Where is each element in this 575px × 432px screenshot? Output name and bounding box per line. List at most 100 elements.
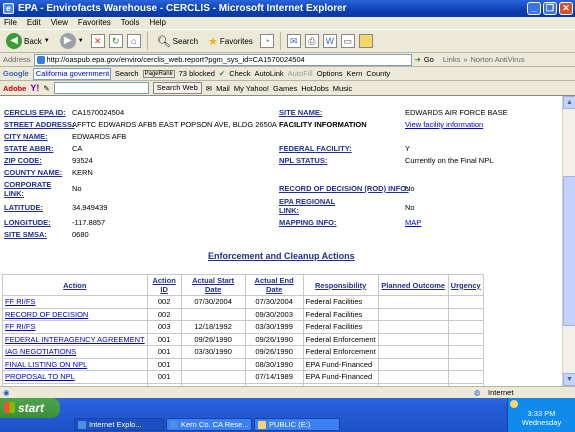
menu-tools[interactable]: Tools [121,17,140,29]
address-input[interactable]: http://oaspub.epa.gov/enviro/cerclis_web… [33,53,412,66]
col-start-date[interactable]: Actual Start Date [180,274,246,296]
menu-view[interactable]: View [51,17,68,29]
search-web-button[interactable]: Search Web [152,82,202,94]
scroll-thumb[interactable] [563,176,575,326]
menu-file[interactable]: File [4,17,17,29]
yahoo-search-input[interactable] [53,82,149,94]
hotjobs-button[interactable]: HotJobs [301,84,329,93]
menu-bar: File Edit View Favorites Tools Help [0,17,575,29]
popup-blocked-button[interactable]: 73 blocked [179,69,215,78]
longitude-value: -117.8857 [72,218,106,227]
start-button[interactable]: start [0,398,60,418]
print-icon[interactable]: ⎙ [304,34,319,48]
table-row: FEDERAL INTERAGENCY AGREEMENT 001 09/26/19… [2,332,484,346]
zip-label: ZIP CODE: [4,156,42,165]
epa-id-label: CERCLIS EPA ID: [4,108,66,117]
chevron-down-icon: ▼ [77,38,84,44]
cell-action[interactable]: IAG NEGOTIATIONS [2,345,148,359]
edit-icon[interactable]: W [322,34,337,48]
col-planned-outcome[interactable]: Planned Outcome [377,274,449,296]
adobe-logo[interactable]: Adobe [3,84,26,93]
view-facility-link[interactable]: View facility information [405,120,483,129]
col-action-id[interactable]: Action ID [146,274,182,296]
task-kern-co[interactable]: Kern Co. CA Rese... [166,418,252,431]
col-action[interactable]: Action [2,274,148,296]
vertical-scrollbar[interactable]: ▲ ▼ [562,96,575,386]
cell-action[interactable]: RECORD OF DECISION [2,307,148,321]
col-urgency[interactable]: Urgency [447,274,484,296]
history-icon[interactable]: ◔ [259,34,274,48]
check-button[interactable]: Check [229,69,250,78]
cell-action[interactable]: FEDERAL INTERAGENCY AGREEMENT [2,332,148,346]
cell-planned-outcome [377,307,449,321]
search-button[interactable]: 🔍︎ Search [154,31,201,51]
task-internet-explorer[interactable]: Internet Explo... [74,418,164,431]
discuss-icon[interactable]: ▭ [340,34,355,48]
tray-icon[interactable] [510,400,518,408]
col-responsibility[interactable]: Responsibility [302,274,379,296]
map-link[interactable]: MAP [405,218,421,227]
task-public-drive[interactable]: PUBLIC (E:) [254,418,340,431]
federal-facility-label: FEDERAL FACILITY: [279,144,352,153]
yahoo-y-icon[interactable]: Y! [30,83,39,93]
menu-edit[interactable]: Edit [27,17,41,29]
cell-action[interactable]: PROPOSAL TO NPL [2,370,148,384]
site-name-label: SITE NAME: [279,108,323,117]
cell-action[interactable]: FF RI/FS [2,295,148,309]
stop-icon[interactable]: ✕ [90,34,105,48]
system-tray: 3:33 PM Wednesday [507,398,575,432]
latitude-label: LATITUDE: [4,203,44,212]
scroll-up-icon[interactable]: ▲ [563,96,575,109]
status-bar: ◉ ◍ Internet [0,386,575,398]
autolink-button[interactable]: AutoLink [254,69,283,78]
refresh-icon[interactable]: ↻ [108,34,123,48]
cell-action-id: 001 [146,332,182,346]
favorites-button[interactable]: ★ Favorites [205,31,256,51]
go-arrow-icon[interactable]: ➔ [415,55,421,64]
cell-planned-outcome [377,332,449,346]
menu-help[interactable]: Help [149,17,165,29]
minimize-button[interactable]: _ [527,2,541,15]
cell-planned-outcome [377,345,449,359]
cell-start-date: 07/30/2004 [180,295,246,309]
col-end-date[interactable]: Actual End Date [244,274,304,296]
google-search-select[interactable]: California government [32,67,111,80]
mail-icon[interactable]: ✉ [286,34,301,48]
yahoo-mail-button[interactable]: Mail [216,84,230,93]
options-button[interactable]: Options [317,69,343,78]
folder-icon[interactable] [358,34,373,48]
county-label: COUNTY NAME: [4,168,63,177]
menu-favorites[interactable]: Favorites [78,17,111,29]
maximize-button[interactable]: ❐ [543,2,557,15]
links-button[interactable]: Links [443,55,461,64]
cell-action[interactable]: FINAL LISTING ON NPL [2,357,148,371]
corporate-link-label: CORPORATE LINK: [4,180,52,198]
star-icon: ★ [208,35,218,48]
google-logo[interactable]: Google [3,69,29,78]
forward-button[interactable]: ▶ ▼ [57,31,87,51]
google-search-button[interactable]: Search [115,69,139,78]
cell-start-date: 03/30/1990 [180,345,246,359]
games-button[interactable]: Games [273,84,297,93]
county-button[interactable]: County [366,69,390,78]
go-button[interactable]: Go [424,55,434,64]
pencil-icon[interactable]: ✎ [43,84,49,93]
longitude-label: LONGITUDE: [4,218,51,227]
back-button[interactable]: ◀ Back ▼ [3,31,53,51]
my-yahoo-button[interactable]: My Yahoo! [234,84,269,93]
music-button[interactable]: Music [333,84,353,93]
norton-button[interactable]: Norton AntiVirus [471,55,525,64]
close-button[interactable]: ✕ [559,2,573,15]
chevron-right-icon[interactable]: » [463,55,467,64]
npl-status-label: NPL STATUS: [279,156,328,165]
cell-action-id: 002 [146,295,182,309]
enforcement-table: Action Action ID Actual Start Date Actua… [2,274,484,386]
autofill-button[interactable]: AutoFill [288,69,313,78]
scroll-down-icon[interactable]: ▼ [563,373,575,386]
cell-action[interactable]: FF RI/FS [2,320,148,334]
cell-responsibility: EPA Fund-Financed [302,370,379,384]
pagerank-button[interactable]: PageRank [142,69,175,78]
home-icon[interactable]: ⌂ [126,34,141,48]
cell-planned-outcome [377,320,449,334]
kern-button[interactable]: Kern [347,69,363,78]
